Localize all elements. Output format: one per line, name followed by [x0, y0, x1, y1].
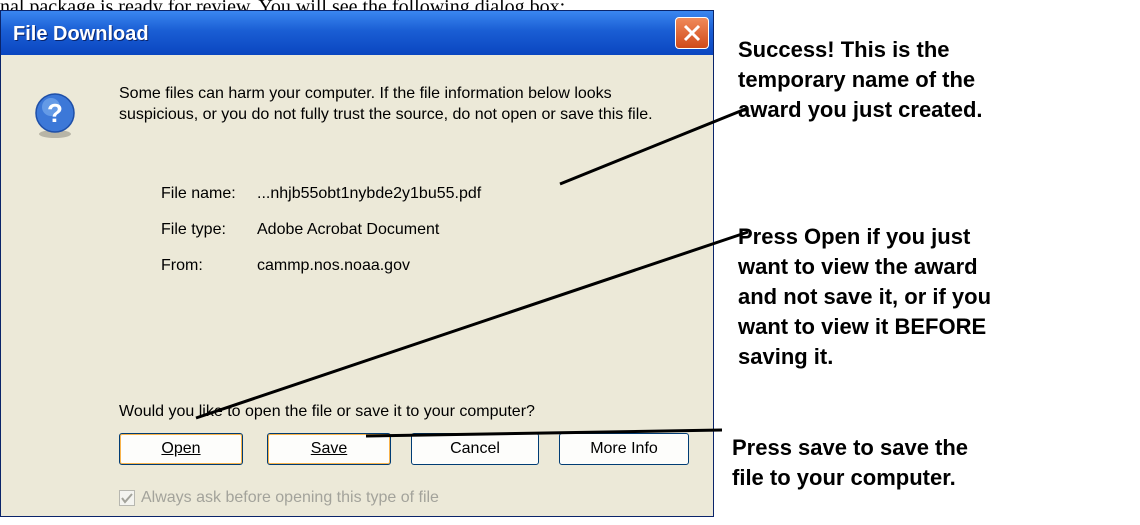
checkmark-icon	[121, 493, 133, 504]
warning-text: Some files can harm your computer. If th…	[119, 85, 653, 123]
open-button[interactable]: Open	[119, 433, 243, 465]
save-button[interactable]: Save	[267, 433, 391, 465]
dialog-title: File Download	[13, 23, 149, 45]
annotation-open: Press Open if you just want to view the …	[738, 224, 992, 369]
annotation-save: Press save to save the file to your comp…	[732, 435, 969, 490]
file-name-row: File name: ...nhjb55obt1nybde2y1bu55.pdf	[161, 185, 481, 203]
file-type-row: File type: Adobe Acrobat Document	[161, 221, 439, 239]
from-value: cammp.nos.noaa.gov	[257, 257, 410, 274]
annotation-success: Success! This is the temporary name of t…	[738, 37, 983, 122]
close-icon	[683, 24, 701, 42]
dialog-title-bar[interactable]: File Download	[1, 11, 713, 55]
file-type-label: File type:	[161, 221, 226, 238]
file-name-value: ...nhjb55obt1nybde2y1bu55.pdf	[257, 185, 482, 202]
cancel-button[interactable]: Cancel	[411, 433, 539, 465]
question-icon: ?	[35, 93, 75, 138]
file-type-value: Adobe Acrobat Document	[257, 221, 440, 238]
from-label: From:	[161, 257, 203, 274]
close-button[interactable]	[675, 17, 709, 49]
from-row: From: cammp.nos.noaa.gov	[161, 257, 410, 275]
always-ask-label: Always ask before opening this type of f…	[141, 489, 439, 506]
file-download-dialog: File Download ? Some files can harm your…	[0, 10, 714, 517]
always-ask-checkbox[interactable]	[119, 489, 135, 506]
always-ask-row: Always ask before opening this type of f…	[119, 489, 439, 507]
more-info-button[interactable]: More Info	[559, 433, 689, 465]
file-name-label: File name:	[161, 185, 236, 202]
svg-text:?: ?	[47, 98, 63, 128]
download-question: Would you like to open the file or save …	[119, 403, 535, 420]
